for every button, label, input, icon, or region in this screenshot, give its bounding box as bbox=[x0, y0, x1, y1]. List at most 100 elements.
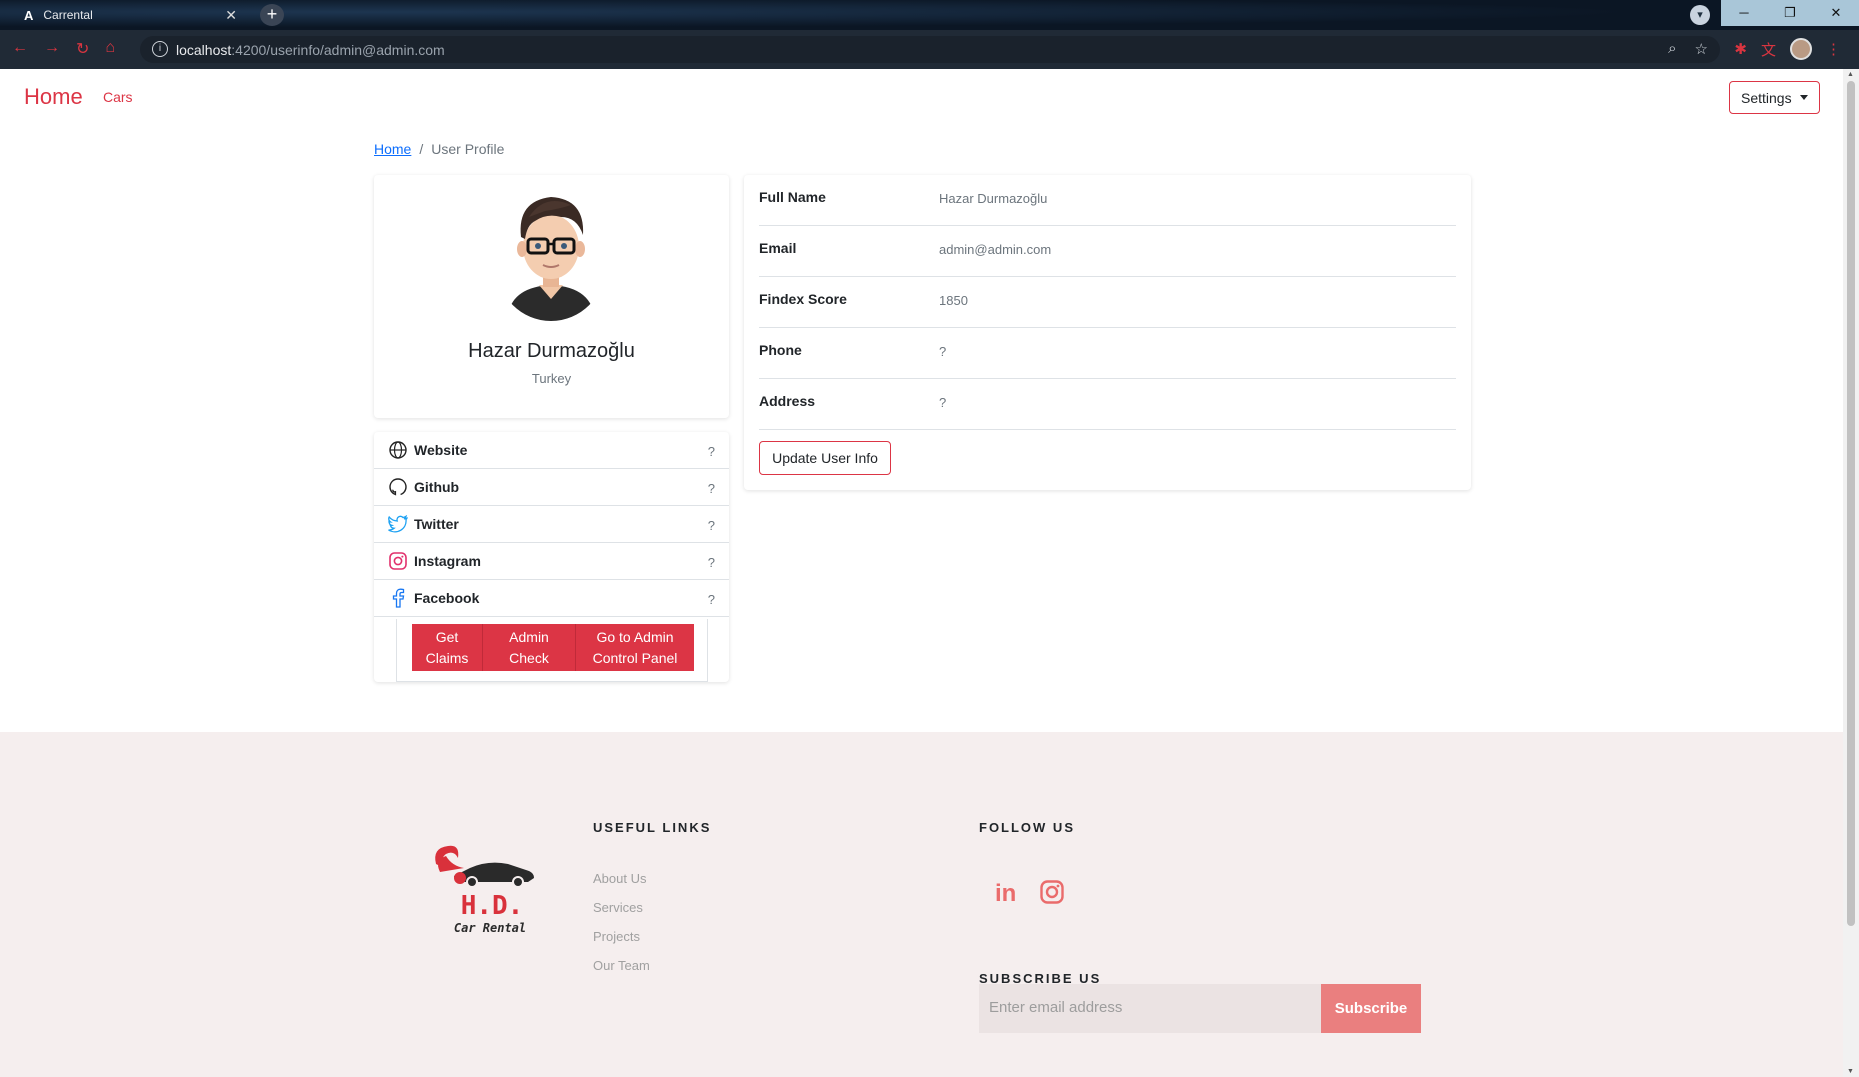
social-value: ? bbox=[707, 592, 715, 607]
forward-icon[interactable]: → bbox=[44, 39, 60, 59]
social-row-twitter[interactable]: Twitter ? bbox=[374, 506, 729, 543]
admin-button-group: Get Claims Admin Check Go to Admin Contr… bbox=[412, 624, 694, 671]
hd-car-rental-logo: H.D. Car Rental bbox=[435, 845, 534, 935]
info-value: 1850 bbox=[939, 293, 968, 308]
social-row-github[interactable]: Github ? bbox=[374, 469, 729, 506]
browser-tab-strip: A Carrental ✕ + ▾ ─ ❐ ✕ bbox=[0, 0, 1859, 30]
new-tab-button[interactable]: + bbox=[260, 4, 284, 26]
profile-country: Turkey bbox=[531, 371, 572, 386]
social-value: ? bbox=[707, 444, 715, 459]
info-label: Address bbox=[759, 393, 816, 409]
logo-title: H.D. bbox=[461, 891, 524, 921]
scroll-up-icon[interactable]: ▲ bbox=[1847, 71, 1854, 78]
profile-name: Hazar Durmazoğlu bbox=[468, 340, 635, 362]
close-window-icon[interactable]: ✕ bbox=[1813, 0, 1859, 26]
tab-close-icon[interactable]: ✕ bbox=[225, 7, 237, 24]
follow-us-heading: FOLLOW US bbox=[979, 820, 1075, 835]
nav-cars-link[interactable]: Cars bbox=[103, 89, 133, 105]
github-icon bbox=[388, 477, 408, 497]
info-label: Email bbox=[759, 240, 797, 256]
admin-actions: Get Claims Admin Check Go to Admin Contr… bbox=[396, 619, 708, 682]
tab-title: Carrental bbox=[43, 8, 93, 22]
admin-control-panel-button[interactable]: Go to Admin Control Panel bbox=[576, 624, 694, 671]
footer-link-projects[interactable]: Projects bbox=[593, 929, 640, 944]
page-scrollbar[interactable]: ▲ ▼ bbox=[1843, 69, 1859, 1077]
address-bar: ← → ↻ ⌂ i localhost:4200/userinfo/admin@… bbox=[0, 30, 1859, 69]
breadcrumb-current: User Profile bbox=[431, 141, 505, 157]
footer-instagram-icon[interactable] bbox=[1040, 880, 1064, 911]
footer: H.D. Car Rental USEFUL LINKS About Us Se… bbox=[0, 732, 1843, 1077]
footer-link-about-us[interactable]: About Us bbox=[593, 871, 646, 886]
globe-icon bbox=[388, 440, 408, 460]
profile-card: Hazar Durmazoğlu Turkey bbox=[374, 175, 729, 418]
social-value: ? bbox=[707, 518, 715, 533]
linkedin-icon[interactable]: in bbox=[995, 880, 1016, 908]
tab-search-icon[interactable]: ▾ bbox=[1690, 5, 1710, 25]
translate-extension-icon[interactable]: 文 bbox=[1761, 39, 1776, 60]
minimize-icon[interactable]: ─ bbox=[1721, 0, 1767, 26]
omnibox-icons: ⌕ ☆ bbox=[1668, 40, 1708, 58]
user-avatar bbox=[507, 197, 595, 321]
settings-dropdown-button[interactable]: Settings bbox=[1729, 81, 1820, 114]
url-field[interactable]: i localhost:4200/userinfo/admin@admin.co… bbox=[140, 36, 1720, 63]
social-label: Twitter bbox=[414, 516, 459, 532]
settings-label: Settings bbox=[1741, 89, 1792, 106]
social-label: Website bbox=[414, 442, 468, 458]
social-links-card: Website ? Github ? Twitter ? Instagram ? bbox=[374, 432, 729, 682]
social-value: ? bbox=[707, 481, 715, 496]
breadcrumb-separator: / bbox=[419, 141, 424, 157]
browser-tab[interactable]: A Carrental ✕ bbox=[12, 0, 247, 30]
get-claims-button[interactable]: Get Claims bbox=[412, 624, 483, 671]
update-user-info-button[interactable]: Update User Info bbox=[759, 441, 891, 475]
restore-icon[interactable]: ❐ bbox=[1767, 0, 1813, 26]
url-host: localhost bbox=[176, 42, 232, 58]
home-icon[interactable]: ⌂ bbox=[105, 39, 115, 59]
user-info-card: Full Name Hazar Durmazoğlu Email admin@a… bbox=[744, 175, 1471, 490]
window-controls: ─ ❐ ✕ bbox=[1721, 0, 1859, 26]
home-brand-link[interactable]: Home bbox=[24, 84, 83, 110]
social-row-instagram[interactable]: Instagram ? bbox=[374, 543, 729, 580]
breadcrumb-home-link[interactable]: Home bbox=[374, 141, 411, 157]
logo-subtitle: Car Rental bbox=[454, 921, 526, 935]
subscribe-email-input[interactable]: Enter email address bbox=[979, 984, 1321, 1033]
info-label: Phone bbox=[759, 342, 802, 358]
angular-logo-icon: A bbox=[24, 7, 34, 23]
url-text: localhost:4200/userinfo/admin@admin.com bbox=[176, 42, 445, 58]
social-label: Github bbox=[414, 479, 460, 495]
social-value: ? bbox=[707, 555, 715, 570]
useful-links-heading: USEFUL LINKS bbox=[593, 820, 712, 835]
info-row-address: Address ? bbox=[759, 379, 1456, 430]
footer-link-services[interactable]: Services bbox=[593, 900, 643, 915]
site-info-icon[interactable]: i bbox=[152, 41, 168, 57]
nav-buttons: ← → ↻ ⌂ bbox=[12, 39, 115, 59]
caret-down-icon bbox=[1799, 95, 1808, 100]
facebook-icon bbox=[388, 588, 408, 608]
subscribe-button[interactable]: Subscribe bbox=[1321, 984, 1421, 1033]
reload-icon[interactable]: ↻ bbox=[76, 39, 89, 59]
info-row-email: Email admin@admin.com bbox=[759, 226, 1456, 277]
social-label: Facebook bbox=[414, 590, 480, 606]
social-row-website[interactable]: Website ? bbox=[374, 432, 729, 469]
back-icon[interactable]: ← bbox=[12, 39, 28, 59]
info-label: Full Name bbox=[759, 189, 826, 205]
info-value: admin@admin.com bbox=[939, 242, 1052, 257]
bookmark-star-icon[interactable]: ☆ bbox=[1695, 40, 1708, 58]
scroll-down-icon[interactable]: ▼ bbox=[1847, 1068, 1854, 1075]
profile-avatar-icon[interactable] bbox=[1790, 38, 1812, 60]
zoom-icon[interactable]: ⌕ bbox=[1668, 40, 1676, 58]
twitter-icon bbox=[388, 514, 408, 534]
url-path: :4200/userinfo/admin@admin.com bbox=[231, 42, 445, 58]
extension-icon[interactable]: ✱ bbox=[1734, 40, 1747, 58]
instagram-icon bbox=[388, 551, 408, 571]
info-row-findex-score: Findex Score 1850 bbox=[759, 277, 1456, 328]
info-row-full-name: Full Name Hazar Durmazoğlu bbox=[759, 175, 1456, 226]
info-value: ? bbox=[939, 344, 947, 359]
menu-dots-icon[interactable]: ⋮ bbox=[1826, 40, 1841, 58]
breadcrumb: Home / User Profile bbox=[374, 141, 504, 157]
navbar: Home Cars Settings bbox=[0, 69, 1843, 129]
page-content: Home Cars Settings Home / User Profile H… bbox=[0, 69, 1843, 1077]
admin-check-button[interactable]: Admin Check bbox=[483, 624, 576, 671]
scrollbar-thumb[interactable] bbox=[1847, 81, 1855, 926]
social-row-facebook[interactable]: Facebook ? bbox=[374, 580, 729, 617]
footer-link-our-team[interactable]: Our Team bbox=[593, 958, 650, 973]
